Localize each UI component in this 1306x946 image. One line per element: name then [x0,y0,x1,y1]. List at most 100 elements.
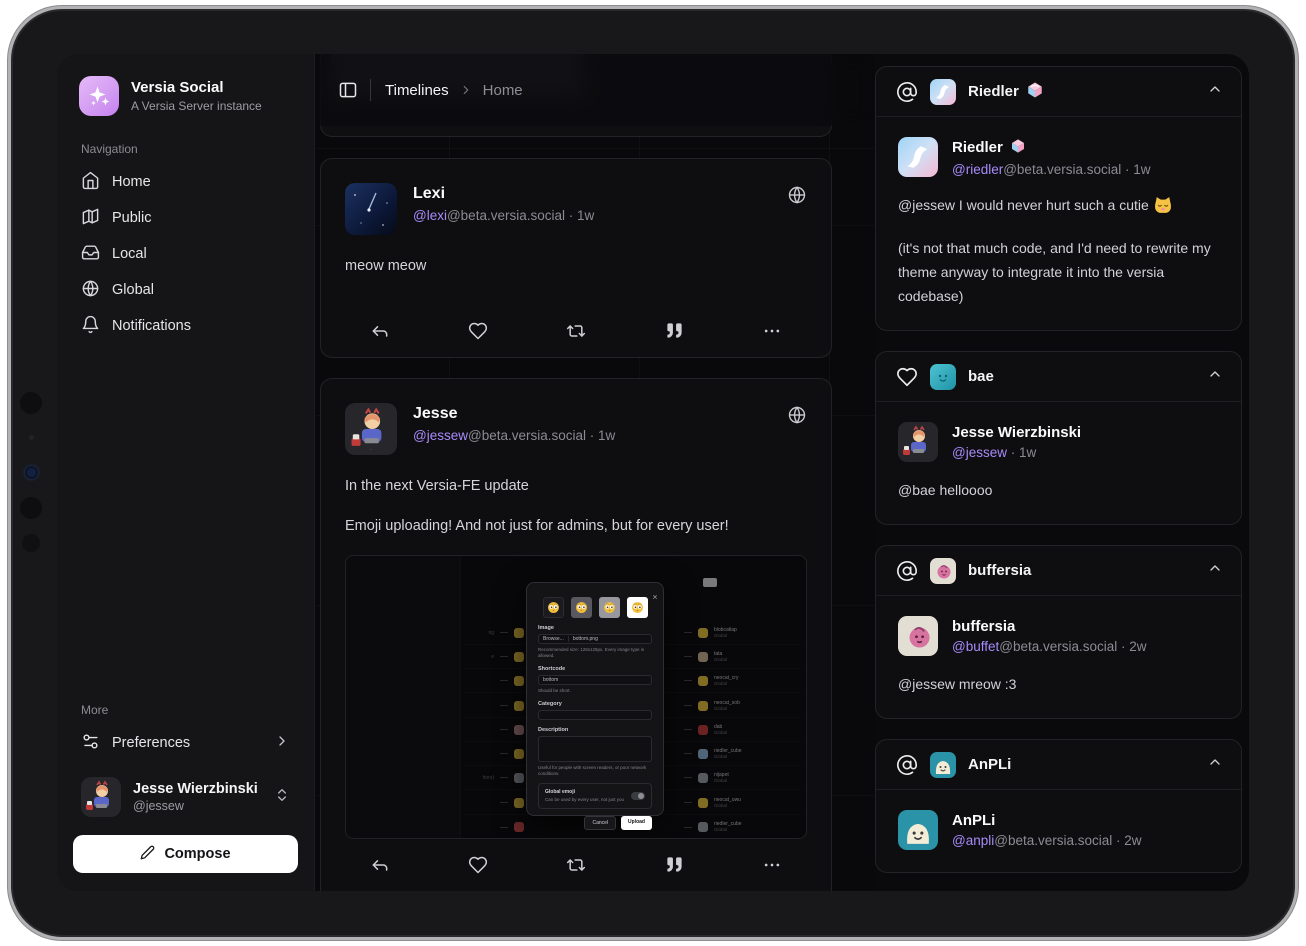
reply-button[interactable] [331,855,429,875]
breadcrumb-timelines[interactable]: Timelines [385,82,449,99]
mention-at-icon [896,560,918,582]
like-button[interactable] [429,855,527,875]
camera-lens [20,392,42,414]
sidebar-item-public[interactable]: Public [73,200,298,236]
notification-user-name[interactable]: buffersia [952,618,1015,635]
app-subtitle: A Versia Server instance [131,99,262,113]
notification-content: @jessew mreow :3 [898,672,1219,696]
boost-button[interactable] [527,321,625,341]
avatar[interactable] [898,422,938,462]
global-emoji-toggle [631,792,645,800]
sidebar: Versia Social A Versia Server instance N… [57,54,315,891]
divider [370,79,371,101]
notification-user-handle[interactable]: @jessew · 1w [952,445,1081,460]
notification-header[interactable]: AnPLi [876,740,1241,790]
sidebar-item-home[interactable]: Home [73,164,298,200]
sidebar-item-preferences[interactable]: Preferences [73,725,298,761]
global-emoji-label: Global emoji [545,789,624,795]
camera-lens [20,497,42,519]
pencil-icon [140,845,155,864]
visibility-globe-icon [787,185,807,210]
post-content: In the next Versia-FE update Emoji uploa… [321,455,831,537]
like-button[interactable] [429,321,527,341]
map-icon [81,207,100,230]
collapse-chevron-icon[interactable] [1207,81,1223,102]
quote-button[interactable] [625,321,723,341]
breadcrumb-home: Home [483,82,523,99]
notification-header[interactable]: buffersia [876,546,1241,596]
notification-card-riedler: Riedler Riedler @riedler@beta.versia.soc… [875,66,1242,331]
close-icon [652,587,658,605]
post-author-name[interactable]: Lexi [413,185,594,203]
riedler-cube-emoji [1026,81,1044,103]
sidebar-toggle-button[interactable] [338,80,358,100]
app-window: Versia Social A Versia Server instance N… [57,54,1249,891]
post-content: meow meow [321,235,831,277]
boost-button[interactable] [527,855,625,875]
collapse-chevron-icon[interactable] [1207,560,1223,581]
front-camera-icon [25,466,38,479]
account-switcher[interactable]: Jesse Wierzbinski @jessew [75,777,296,817]
notification-title: Riedler [968,83,1019,100]
notification-user-name[interactable]: Jesse Wierzbinski [952,424,1081,441]
avatar[interactable]: ~ [345,403,397,455]
cancel-button: Cancel [584,816,616,830]
sidebar-item-notifications[interactable]: Notifications [73,308,298,344]
notification-user-handle[interactable]: @buffet@beta.versia.social · 2w [952,639,1147,654]
shortcode-input: bottom [538,675,652,685]
notifications-column: Riedler Riedler @riedler@beta.versia.soc… [875,54,1249,891]
more-section-label: More [81,703,298,717]
chevron-right-icon [274,733,290,753]
avatar[interactable] [898,616,938,656]
camera-lens [22,534,40,552]
collapse-chevron-icon[interactable] [1207,366,1223,387]
description-label: Description [538,727,652,733]
avatar [930,79,956,105]
description-textarea [538,736,652,762]
notification-user-name[interactable]: Riedler [952,139,1003,156]
post-author-name[interactable]: Jesse [413,405,615,423]
sidebar-item-local[interactable]: Local [73,236,298,272]
sidebar-item-label: Notifications [112,318,191,334]
avatar[interactable] [345,183,397,235]
chevrons-up-down-icon [274,787,290,808]
category-input [538,710,652,720]
more-options-button[interactable] [723,321,821,341]
shortcode-label: Shortcode [538,666,652,672]
sidebar-item-global[interactable]: Global [73,272,298,308]
notification-content: @jessew I would never hurt such a cutie … [898,193,1219,308]
cat-emoji [1153,195,1173,222]
notification-header[interactable]: Riedler [876,67,1241,117]
collapse-chevron-icon[interactable] [1207,754,1223,775]
notification-header[interactable]: bae [876,352,1241,402]
camera-dot [29,435,34,440]
file-input: Browse...bottom.png [538,634,652,644]
image-label: Image [538,625,652,631]
post-author-handle[interactable]: @jessew@beta.versia.social · 1w [413,428,615,443]
sidebar-item-label: Global [112,282,154,298]
emoji-previews [538,597,652,618]
upload-button: Upload [621,816,652,830]
app-name: Versia Social [131,79,262,96]
avatar[interactable] [898,137,938,177]
app-brand[interactable]: Versia Social A Versia Server instance [73,76,298,116]
avatar [930,752,956,778]
notification-user-handle[interactable]: @anpli@beta.versia.social · 2w [952,833,1142,848]
post-author-handle[interactable]: @lexi@beta.versia.social · 1w [413,208,594,223]
description-hint: Useful for people with screen readers, o… [538,765,652,777]
compose-button[interactable]: Compose [73,835,298,873]
post-image-attachment[interactable]: ngblobcatlapGlobal etataGlobal neocat_cr… [345,555,807,839]
bell-icon [81,315,100,338]
app-logo-icon [79,76,119,116]
chevron-right-icon [459,83,473,97]
category-label: Category [538,701,652,707]
notification-user-handle[interactable]: @riedler@beta.versia.social · 1w [952,162,1151,177]
notification-user-name[interactable]: AnPLi [952,812,995,829]
quote-button[interactable] [625,855,723,875]
sidebar-item-label: Local [112,246,147,262]
avatar [930,558,956,584]
more-options-button[interactable] [723,855,821,875]
reply-button[interactable] [331,321,429,341]
avatar[interactable] [898,810,938,850]
heart-icon [896,366,918,388]
